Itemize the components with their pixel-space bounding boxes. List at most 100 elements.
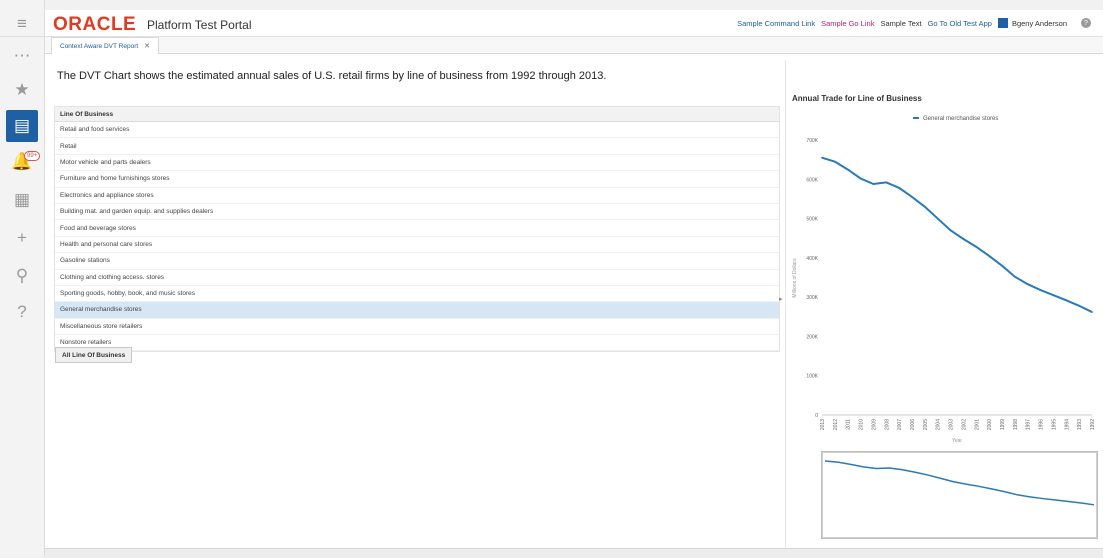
list-item[interactable]: Electronics and appliance stores — [55, 188, 779, 204]
data-point — [859, 177, 862, 180]
y-tick-label: 300K — [806, 295, 818, 301]
data-point — [1026, 283, 1029, 285]
list-item[interactable]: Gasoline stations — [55, 253, 779, 270]
data-point — [949, 229, 952, 232]
data-point — [1039, 289, 1042, 291]
list-header: Line Of Business — [55, 107, 779, 122]
x-tick-label: 2011 — [846, 419, 852, 430]
y-tick-label: 400K — [806, 256, 818, 262]
list-item[interactable]: Retail and food services — [55, 122, 779, 139]
data-point — [962, 238, 965, 240]
x-tick-label: 1999 — [1000, 419, 1006, 430]
user-name: Bgeny Anderson — [1011, 18, 1067, 28]
list-items: Retail and food services Retail Motor vehi… — [55, 122, 779, 352]
line-chart[interactable]: General merchandise stores 0 100K 200K 300K 4… — [786, 60, 1103, 460]
data-point — [924, 205, 926, 208]
data-point — [975, 246, 978, 248]
x-tick-label: 2009 — [871, 419, 877, 430]
help-icon[interactable]: ? — [6, 296, 38, 328]
x-tick-label: 1994 — [1064, 419, 1070, 430]
data-point — [1052, 294, 1055, 296]
close-icon[interactable]: ✕ — [144, 42, 150, 50]
x-tick-label: 2008 — [884, 419, 890, 430]
x-axis-title: Year — [952, 438, 962, 444]
all-line-of-business-button[interactable]: All Line Of Business — [55, 347, 133, 363]
oracle-logo: ORACLE — [53, 14, 137, 35]
list-item[interactable]: Building mat. and garden equip. and supp… — [55, 204, 779, 221]
global-header: ORACLE Platform Test Portal Sample Comma… — [45, 10, 1103, 37]
old-test-app-link[interactable]: Go To Old Test App — [928, 19, 992, 28]
sample-go-link[interactable]: Sample Go Link — [821, 19, 874, 28]
x-tick-label: 1996 — [1039, 419, 1045, 430]
data-point — [988, 255, 990, 257]
list-item[interactable]: General merchandise stores — [55, 302, 779, 319]
data-point — [911, 196, 913, 198]
x-tick-label: 1993 — [1077, 419, 1083, 430]
tab-bar: Context Aware DVT Report ✕ — [45, 37, 1103, 54]
x-tick-label: 2007 — [897, 419, 903, 430]
tab-label: Context Aware DVT Report — [60, 42, 139, 50]
data-point — [846, 168, 849, 171]
list-item[interactable]: Motor vehicle and parts dealers — [55, 155, 779, 172]
data-point — [1001, 264, 1003, 267]
list-item[interactable]: Miscellaneous store retailers — [55, 319, 779, 336]
rail-divider — [0, 36, 44, 37]
overview-series-line — [824, 460, 1095, 506]
data-point — [1065, 299, 1068, 302]
data-point — [821, 156, 823, 159]
apps-grid-icon[interactable]: ⋯ — [6, 40, 38, 72]
chart-panel: Annual Trade for Line of Business Genera… — [785, 60, 1103, 549]
legend-label: General merchandise stores — [923, 116, 998, 122]
line-of-business-list: Line Of Business Retail and food service… — [54, 106, 780, 353]
x-tick-label: 2012 — [833, 419, 839, 430]
tasks-clipboard-icon[interactable]: ▤ — [6, 110, 38, 142]
list-item[interactable]: Furniture and home furnishings stores — [55, 171, 779, 188]
y-tick-label: 600K — [806, 177, 818, 183]
data-point — [885, 181, 888, 184]
x-tick-label: 1997 — [1026, 419, 1032, 430]
data-point — [898, 187, 900, 189]
list-item[interactable]: Food and beverage stores — [55, 220, 779, 237]
list-item[interactable]: Nonstore retailers — [55, 335, 779, 352]
list-item[interactable]: Health and personal care stores — [55, 237, 779, 254]
series-line — [821, 156, 1093, 313]
favorites-star-icon[interactable]: ★ — [6, 74, 38, 106]
portal-title: Platform Test Portal — [147, 18, 252, 32]
list-item[interactable]: Retail — [55, 138, 779, 155]
user-avatar-icon — [997, 18, 1008, 28]
x-tick-label: 2005 — [923, 419, 929, 430]
x-tick-label: 1995 — [1051, 419, 1057, 430]
y-tick-label: 200K — [806, 334, 818, 340]
help-circle-icon[interactable]: ? — [1081, 18, 1091, 28]
splitter-handle-icon[interactable]: ▸ — [779, 295, 783, 303]
data-point — [1078, 304, 1080, 307]
data-point — [936, 217, 939, 220]
y-tick-label: 700K — [806, 138, 818, 144]
x-tick-label: 2001 — [974, 419, 980, 430]
x-tick-label: 2000 — [987, 419, 993, 430]
x-tick-label: 2004 — [936, 419, 942, 430]
data-point — [834, 160, 836, 163]
search-icon[interactable]: ⚲ — [6, 260, 38, 292]
x-tick-label: 2010 — [859, 419, 865, 430]
data-point — [1014, 275, 1016, 278]
chart-overview[interactable] — [821, 451, 1098, 539]
y-axis-title: Millions of Dollars — [792, 258, 798, 298]
sample-command-link[interactable]: Sample Command Link — [737, 19, 815, 28]
left-rail: ≡ ⋯ ★ ▤ 🔔 99+ ▦ + ⚲ ? — [0, 0, 45, 557]
overview-chart — [822, 452, 1097, 538]
overview-window — [822, 452, 1097, 538]
analytics-bar-chart-icon[interactable]: ▦ — [6, 184, 38, 216]
list-item[interactable]: Sporting goods, hobby, book, and music s… — [55, 286, 779, 303]
tab-context-aware-dvt-report[interactable]: Context Aware DVT Report ✕ — [51, 37, 160, 54]
notifications-bell-icon[interactable]: 🔔 99+ — [6, 146, 41, 178]
data-point — [872, 183, 875, 185]
user-menu[interactable]: Bgeny Anderson — [997, 18, 1067, 28]
list-item[interactable]: Clothing and clothing access. stores — [55, 270, 779, 286]
x-tick-label: 2006 — [910, 419, 916, 430]
y-tick-label: 0 — [815, 413, 818, 419]
add-plus-icon[interactable]: + — [6, 222, 38, 254]
y-tick-label: 500K — [806, 217, 818, 223]
header-links: Sample Command Link Sample Go Link Sampl… — [737, 18, 1091, 28]
x-tick-label: 2013 — [820, 419, 826, 430]
